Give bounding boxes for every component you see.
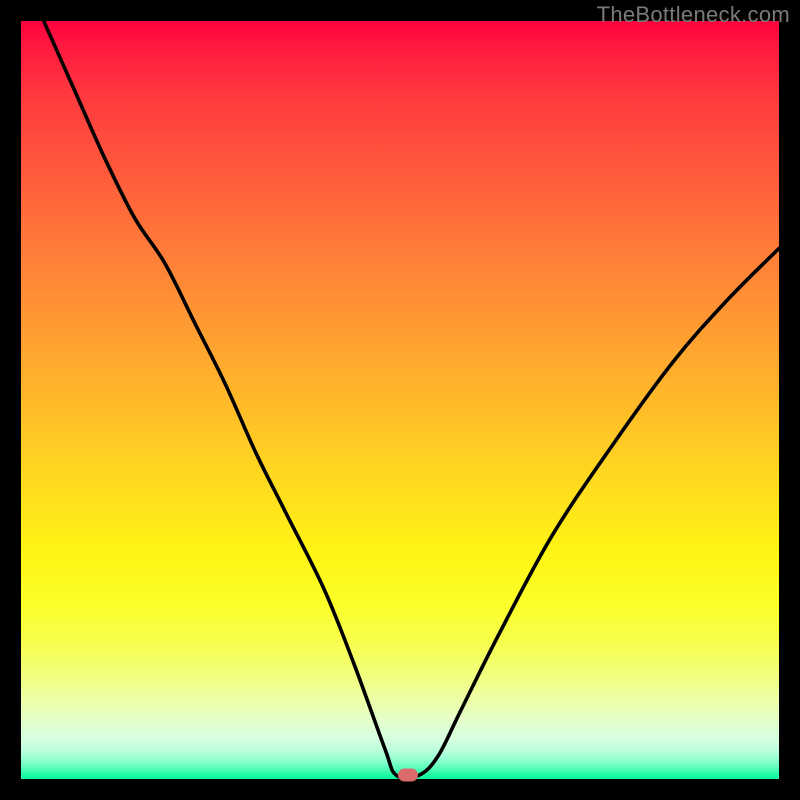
chart-frame: TheBottleneck.com <box>0 0 800 800</box>
plot-area <box>21 21 779 779</box>
bottleneck-curve <box>21 21 779 779</box>
optimal-point-marker <box>398 769 418 782</box>
watermark-text: TheBottleneck.com <box>597 2 790 28</box>
